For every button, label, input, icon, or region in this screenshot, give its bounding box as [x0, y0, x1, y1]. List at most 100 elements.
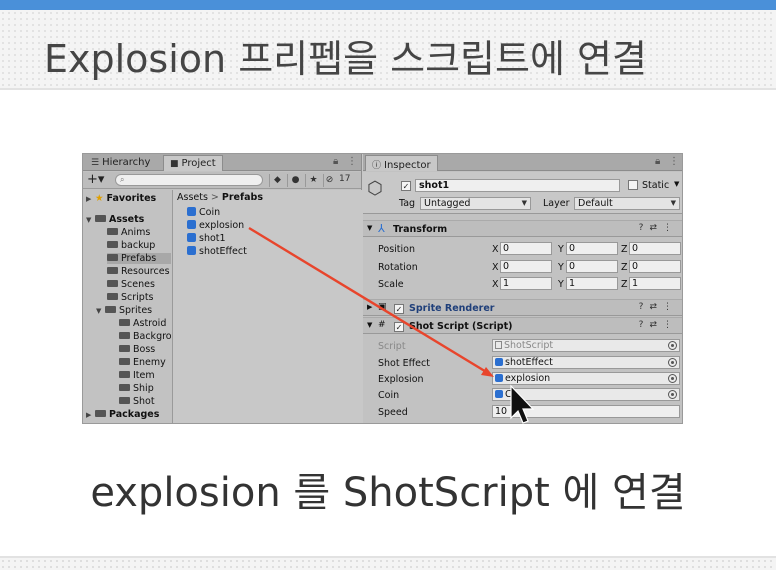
tree-item-shot[interactable]: Shot	[119, 396, 155, 407]
prefab-cube-icon	[187, 220, 196, 229]
axis-z-label: Z	[621, 262, 628, 273]
position-y-field[interactable]: 0	[566, 242, 618, 255]
tree-item-assets[interactable]: ▼ Assets	[86, 214, 144, 225]
static-dropdown-arrow-icon[interactable]: ▼	[674, 180, 679, 188]
tab-project[interactable]: ■ Project	[163, 155, 223, 171]
folder-icon	[107, 254, 118, 261]
folder-icon	[107, 228, 118, 235]
tree-item-sprites[interactable]: ▼ Sprites	[96, 305, 152, 316]
lock-icon[interactable]: 🔒︎	[333, 156, 338, 167]
scale-z-field[interactable]: 1	[629, 277, 681, 290]
sprite-renderer-header[interactable]: ▶ ▣ ✓ Sprite Renderer ?⇄⋮	[363, 299, 682, 316]
scale-y-field[interactable]: 1	[566, 277, 618, 290]
scale-x-field[interactable]: 1	[500, 277, 552, 290]
object-name-field[interactable]: shot1	[415, 179, 620, 192]
layer-dropdown[interactable]: Default ▼	[574, 197, 680, 210]
speed-label: Speed	[378, 407, 408, 418]
sprite-renderer-enabled-checkbox[interactable]: ✓	[394, 304, 404, 314]
speed-field[interactable]: 10	[492, 405, 680, 418]
tree-item-item[interactable]: Item	[119, 370, 155, 381]
breadcrumb-assets[interactable]: Assets	[177, 192, 208, 203]
rotation-z-field[interactable]: 0	[629, 260, 681, 273]
folder-icon: ■	[170, 159, 179, 169]
folder-icon	[119, 358, 130, 365]
favorite-star-icon[interactable]: ★	[305, 174, 321, 187]
script-field: ShotScript	[492, 339, 680, 352]
object-picker-icon[interactable]	[668, 390, 677, 399]
rotation-x-field[interactable]: 0	[500, 260, 552, 273]
tree-item-prefabs[interactable]: Prefabs	[107, 253, 171, 264]
folder-icon	[119, 397, 130, 404]
tree-item-background[interactable]: Backgro	[119, 331, 172, 342]
shot-script-title: Shot Script (Script)	[409, 321, 513, 332]
tree-item-backup[interactable]: backup	[107, 240, 155, 251]
tree-item-favorites[interactable]: ▶ ★ Favorites	[86, 193, 156, 204]
explosion-field[interactable]: explosion	[492, 372, 680, 385]
folder-icon	[119, 371, 130, 378]
collapse-arrow-icon: ▼	[367, 224, 373, 232]
script-label: Script	[378, 341, 406, 352]
project-tabbar: ☰ Hierarchy ■ Project 🔒︎ ⋮	[83, 154, 361, 171]
hidden-eye-icon[interactable]: ⊘	[323, 174, 335, 187]
active-checkbox[interactable]: ✓	[401, 181, 411, 191]
sprite-renderer-icon: ▣	[378, 302, 387, 312]
component-menu-icons[interactable]: ?⇄⋮	[639, 302, 678, 312]
slide-footer	[0, 556, 776, 570]
component-menu-icons[interactable]: ?⇄⋮	[639, 320, 678, 330]
project-search-input[interactable]: ⌕	[115, 174, 263, 186]
asset-coin[interactable]: Coin	[187, 207, 220, 218]
prefab-cube-icon	[495, 390, 503, 398]
tree-item-packages[interactable]: ▶ Packages	[86, 409, 159, 420]
tree-item-scenes[interactable]: Scenes	[107, 279, 155, 290]
object-picker-icon[interactable]	[668, 358, 677, 367]
position-x-field[interactable]: 0	[500, 242, 552, 255]
axis-z-label: Z	[621, 244, 628, 255]
folder-icon	[107, 267, 118, 274]
chevron-right-icon: >	[210, 192, 219, 203]
expand-arrow-icon: ▶	[86, 195, 92, 203]
object-picker-icon[interactable]	[668, 374, 677, 383]
component-menu-icons[interactable]: ?⇄⋮	[639, 223, 678, 233]
assets-browser: Assets > Prefabs Coin explosion shot1 shot…	[172, 190, 362, 423]
gameobject-header: ⬡ ✓ shot1 Static ▼ Tag Untagged ▼ Layer D…	[363, 172, 682, 214]
info-icon: ⓘ	[372, 161, 382, 171]
scene-filter-icon[interactable]: ◆	[269, 174, 285, 187]
lock-icon[interactable]: 🔒︎	[655, 156, 660, 167]
add-dropdown-button[interactable]: +▾	[87, 172, 104, 187]
tree-item-boss[interactable]: Boss	[119, 344, 155, 355]
unity-editor-screenshot: ☰ Hierarchy ■ Project 🔒︎ ⋮ +▾ ⌕ ◆ ● ★ ⊘ 17…	[82, 153, 683, 424]
asset-explosion[interactable]: explosion	[187, 220, 244, 231]
tree-item-anims[interactable]: Anims	[107, 227, 150, 238]
prefab-cube-icon	[187, 233, 196, 242]
coin-label: Coin	[378, 390, 400, 401]
static-checkbox[interactable]	[628, 180, 638, 190]
tab-inspector[interactable]: ⓘ Inspector	[365, 155, 438, 171]
sprite-renderer-title: Sprite Renderer	[409, 303, 495, 314]
tree-item-enemy[interactable]: Enemy	[119, 357, 166, 368]
coin-field[interactable]: C	[492, 388, 680, 401]
breadcrumb-prefabs[interactable]: Prefabs	[222, 192, 263, 203]
tree-item-astroid[interactable]: Astroid	[119, 318, 166, 329]
chevron-down-icon: ▼	[521, 199, 527, 207]
tree-item-resources[interactable]: Resources	[107, 266, 170, 277]
shot-effect-label: Shot Effect	[378, 358, 430, 369]
axis-y-label: Y	[558, 262, 564, 273]
tree-item-scripts[interactable]: Scripts	[107, 292, 154, 303]
tag-dropdown[interactable]: Untagged ▼	[420, 197, 531, 210]
position-label: Position	[378, 244, 415, 255]
asset-shoteffect[interactable]: shotEffect	[187, 246, 247, 257]
inspector-tabbar: ⓘ Inspector 🔒︎ ⋮	[363, 154, 682, 171]
axis-y-label: Y	[558, 244, 564, 255]
kebab-menu-icon[interactable]: ⋮	[347, 156, 357, 167]
shot-effect-field[interactable]: shotEffect	[492, 356, 680, 369]
transform-header[interactable]: ▼ ⅄ Transform ?⇄⋮	[363, 220, 682, 237]
asset-shot1[interactable]: shot1	[187, 233, 226, 244]
shot-script-enabled-checkbox[interactable]: ✓	[394, 322, 404, 332]
position-z-field[interactable]: 0	[629, 242, 681, 255]
kebab-menu-icon[interactable]: ⋮	[669, 156, 679, 167]
tree-item-ship[interactable]: Ship	[119, 383, 154, 394]
tag-filter-icon[interactable]: ●	[287, 174, 303, 187]
tab-hierarchy[interactable]: ☰ Hierarchy	[85, 155, 156, 171]
shot-script-header[interactable]: ▼ # ✓ Shot Script (Script) ?⇄⋮	[363, 317, 682, 334]
rotation-y-field[interactable]: 0	[566, 260, 618, 273]
